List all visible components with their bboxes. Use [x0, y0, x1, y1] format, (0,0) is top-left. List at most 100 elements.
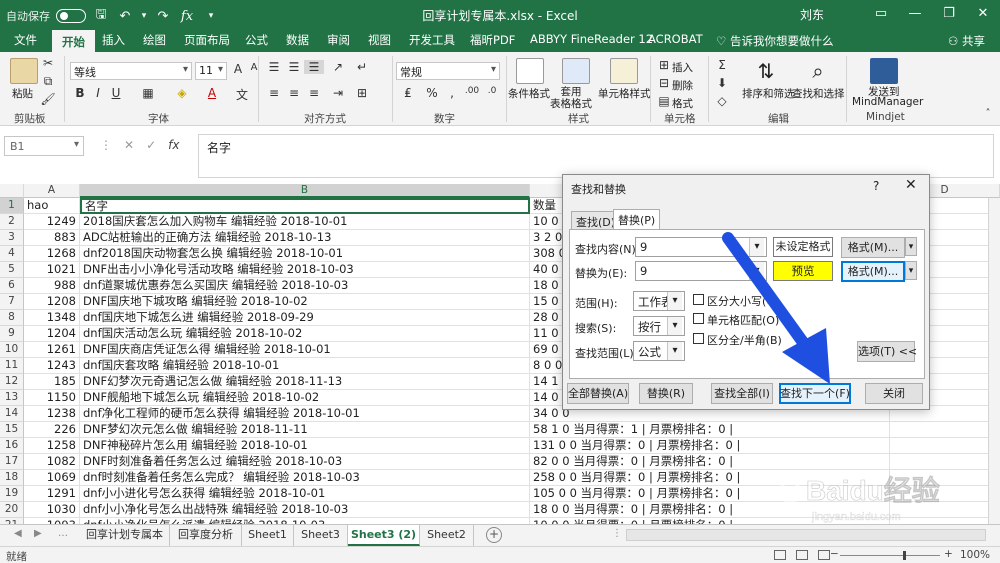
align-left-icon[interactable]: ≡	[264, 86, 284, 100]
cell-b19[interactable]: dnf小小进化号怎么获得 编辑经验 2018-10-01	[80, 486, 530, 502]
align-bottom-icon[interactable]: ☰	[304, 60, 324, 74]
name-box[interactable]: B1	[4, 136, 84, 156]
page-break-view-icon[interactable]	[818, 550, 830, 560]
cell-b4[interactable]: dnf2018国庆动物套怎么换 编辑经验 2018-10-01	[80, 246, 530, 262]
cell-d17[interactable]	[890, 454, 1000, 470]
horizontal-scrollbar[interactable]	[626, 529, 986, 541]
decrease-font-icon[interactable]: A	[244, 62, 264, 73]
cell-b3[interactable]: ADC站桩输出的正确方法 编辑经验 2018-10-13	[80, 230, 530, 246]
zoom-in-icon[interactable]: +	[944, 548, 953, 560]
collapse-ribbon-icon[interactable]: ˄	[978, 108, 998, 119]
options-button[interactable]: 选项(T) <<	[857, 341, 917, 362]
cut-icon[interactable]: ✂	[38, 56, 58, 70]
confirm-entry-icon[interactable]: ✓	[146, 138, 156, 152]
share-button[interactable]: ⚇ 共享	[948, 33, 985, 49]
zoom-level[interactable]: 100%	[960, 549, 990, 561]
cell-a18[interactable]: 1069	[24, 470, 80, 486]
cell-d18[interactable]	[890, 470, 1000, 486]
close-button[interactable]: 关闭	[865, 383, 923, 404]
cell-a19[interactable]: 1291	[24, 486, 80, 502]
cell-b2[interactable]: 2018国庆套怎么加入购物车 编辑经验 2018-10-01	[80, 214, 530, 230]
format-cells-icon[interactable]: ▤	[654, 94, 674, 108]
search-order-select[interactable]: 按行	[633, 316, 685, 336]
row-header[interactable]: 14	[0, 406, 24, 422]
replace-with-input[interactable]: 9	[635, 261, 767, 281]
tab-foxit-pdf[interactable]: 福昕PDF	[470, 32, 515, 48]
delete-cells-label[interactable]: 删除	[672, 78, 693, 93]
cell-a12[interactable]: 185	[24, 374, 80, 390]
zoom-slider[interactable]	[840, 555, 940, 556]
replace-all-button[interactable]: 全部替换(A)	[567, 383, 629, 404]
row-header[interactable]: 8	[0, 310, 24, 326]
merge-center-icon[interactable]: ⊞	[352, 86, 372, 100]
align-middle-icon[interactable]: ☰	[284, 60, 304, 74]
row-header[interactable]: 1	[0, 198, 24, 214]
cell-a20[interactable]: 1030	[24, 502, 80, 518]
currency-icon[interactable]: ₤	[398, 86, 418, 100]
tab-abbyy[interactable]: ABBYY FineReader 12	[530, 32, 653, 46]
cell-c17[interactable]: 82 0 0 当月得票：0 | 月票榜排名：0 |	[530, 454, 890, 470]
replace-format-button[interactable]: 格式(M)...	[841, 261, 905, 282]
cell-a13[interactable]: 1150	[24, 390, 80, 406]
row-header[interactable]: 5	[0, 262, 24, 278]
align-center-icon[interactable]: ≡	[284, 86, 304, 100]
delete-cells-icon[interactable]: ⊟	[654, 76, 674, 90]
formula-input[interactable]: 名字	[198, 134, 994, 178]
wrap-text-icon[interactable]: ↵	[352, 60, 372, 74]
sheet-tab-3[interactable]: Sheet1	[242, 525, 294, 546]
insert-cells-label[interactable]: 插入	[672, 60, 693, 75]
format-cells-label[interactable]: 格式	[672, 96, 693, 111]
within-select[interactable]: 工作表	[633, 291, 685, 311]
find-format-dropdown-icon[interactable]: ▾	[905, 237, 917, 256]
percent-icon[interactable]: %	[422, 86, 442, 100]
sheet-tab-5[interactable]: Sheet3 (2)	[348, 525, 420, 546]
cell-a7[interactable]: 1208	[24, 294, 80, 310]
indent-icon[interactable]: ⇥	[328, 86, 348, 100]
cell-a4[interactable]: 1268	[24, 246, 80, 262]
cell-a5[interactable]: 1021	[24, 262, 80, 278]
clear-icon[interactable]: ◇	[712, 94, 732, 108]
row-header[interactable]: 15	[0, 422, 24, 438]
find-select-label[interactable]: 查找和选择	[792, 86, 845, 101]
find-what-input[interactable]: 9	[635, 237, 767, 257]
replace-format-dropdown-icon[interactable]: ▾	[905, 261, 917, 280]
cell-b5[interactable]: DNF出击小小净化号活动攻略 编辑经验 2018-10-03	[80, 262, 530, 278]
cell-a17[interactable]: 1082	[24, 454, 80, 470]
restore-icon[interactable]: ❐	[932, 0, 966, 28]
match-case-checkbox[interactable]	[693, 294, 704, 305]
cell-a16[interactable]: 1258	[24, 438, 80, 454]
cell-c18[interactable]: 258 0 0 当月得票：0 | 月票榜排名：0 |	[530, 470, 890, 486]
sheet-tab-1[interactable]: 回享计划专属本	[80, 525, 170, 546]
mindmanager-label[interactable]: MindManager	[852, 96, 923, 108]
cell-b13[interactable]: DNF舰船地下城怎么玩 编辑经验 2018-10-02	[80, 390, 530, 406]
sort-filter-label[interactable]: 排序和筛选	[742, 86, 795, 101]
copy-icon[interactable]: ⧉	[38, 74, 58, 89]
cell-a10[interactable]: 1261	[24, 342, 80, 358]
cell-b10[interactable]: DNF国庆商店凭证怎么得 编辑经验 2018-10-01	[80, 342, 530, 358]
cell-c16[interactable]: 131 0 0 当月得票：0 | 月票榜排名：0 |	[530, 438, 890, 454]
replace-button[interactable]: 替换(R)	[639, 383, 693, 404]
next-sheet-icon[interactable]: ▶	[34, 528, 42, 539]
tab-data[interactable]: 数据	[286, 32, 309, 48]
tab-developer[interactable]: 开发工具	[409, 32, 455, 48]
phonetic-icon[interactable]: 文	[232, 86, 252, 103]
cell-a14[interactable]: 1238	[24, 406, 80, 422]
minimize-icon[interactable]: —	[898, 0, 932, 28]
cell-a8[interactable]: 1348	[24, 310, 80, 326]
borders-icon[interactable]: ▦	[138, 86, 158, 100]
row-header[interactable]: 2	[0, 214, 24, 230]
column-header-a[interactable]: A	[24, 184, 80, 198]
find-format-button[interactable]: 格式(M)...	[841, 237, 905, 258]
cell-a9[interactable]: 1204	[24, 326, 80, 342]
cell-b14[interactable]: dnf净化工程师的硬币怎么获得 编辑经验 2018-10-01	[80, 406, 530, 422]
comma-icon[interactable]: ,	[442, 86, 462, 100]
find-select-icon[interactable]: ⌕	[804, 58, 832, 84]
tab-view[interactable]: 视图	[368, 32, 391, 48]
increase-decimal-icon[interactable]: .00	[462, 86, 482, 96]
number-format-combo[interactable]: 常规	[396, 62, 500, 80]
paste-label[interactable]: 粘贴	[12, 86, 33, 101]
row-header[interactable]: 16	[0, 438, 24, 454]
format-as-table-icon[interactable]	[562, 58, 590, 84]
column-header-b[interactable]: B	[80, 184, 530, 198]
tab-insert[interactable]: 插入	[102, 32, 125, 48]
